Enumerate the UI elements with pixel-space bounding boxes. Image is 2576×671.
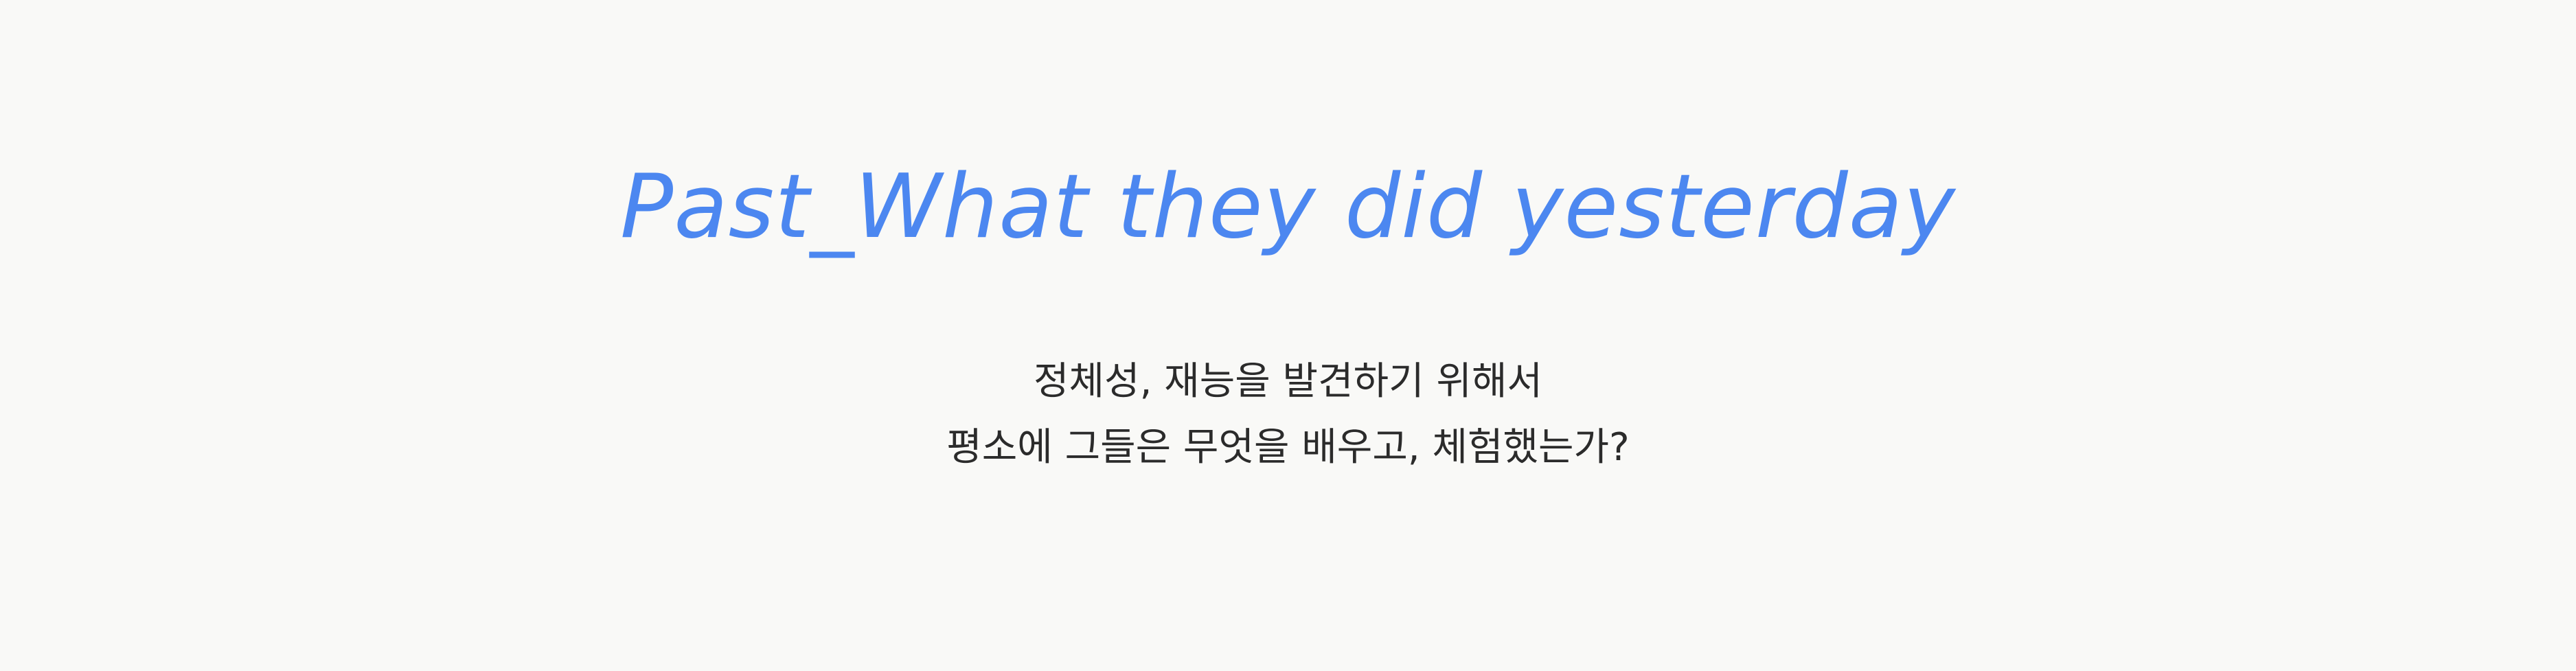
section-subtitle: 정체성, 재능을 발견하기 위해서 평소에 그들은 무엇을 배우고, 체험했는가… [0,349,2576,481]
subtitle-line-1: 정체성, 재능을 발견하기 위해서 [1034,359,1542,404]
section-title: Past_What they did yesterday [620,156,1956,258]
intro-section: Past_What they did yesterday 정체성, 재능을 발견… [0,0,2576,671]
subtitle-line-2: 평소에 그들은 무엇을 배우고, 체험했는가? [946,425,1630,470]
